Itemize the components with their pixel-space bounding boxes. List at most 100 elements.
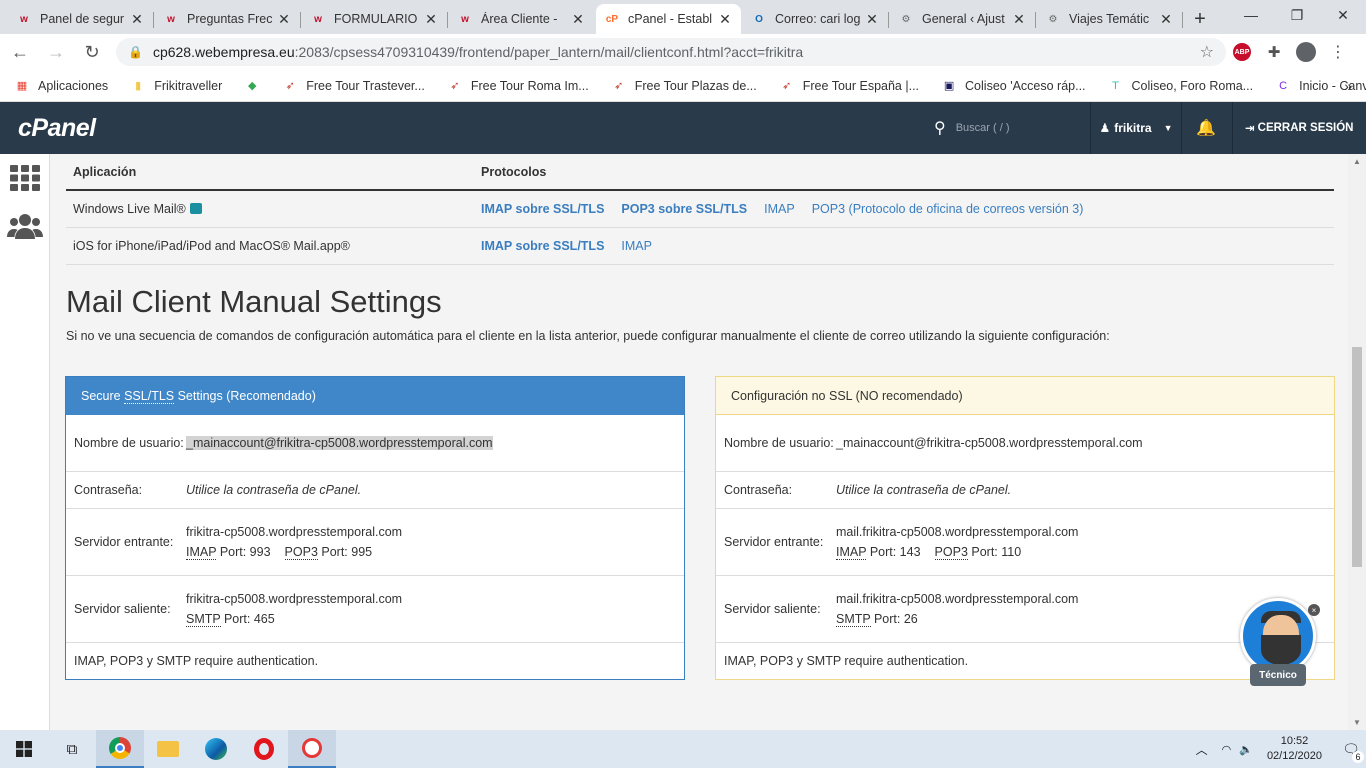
reload-icon[interactable]: ↻	[76, 36, 108, 68]
coliseo-icon: T	[1112, 79, 1119, 92]
grid-icon[interactable]	[0, 154, 50, 202]
cpanel-sidebar	[0, 154, 50, 730]
chevron-up-icon[interactable]: ︿	[1196, 741, 1208, 758]
folder-icon: ▮	[135, 80, 142, 92]
scroll-up-icon[interactable]: ▲	[1353, 157, 1361, 166]
close-tab-icon[interactable]: ✕	[276, 11, 292, 28]
edge-icon[interactable]	[192, 730, 240, 768]
imap-port: Port: 993	[216, 545, 271, 559]
video-tutorial-icon[interactable]	[189, 203, 202, 214]
bell-icon[interactable]: 🔔	[1196, 118, 1216, 138]
password-label: Contraseña:	[74, 483, 143, 497]
close-tab-icon[interactable]: ✕	[423, 11, 439, 28]
close-tab-icon[interactable]: ✕	[717, 11, 733, 28]
bookmark-item[interactable]: ➶ Free Tour Plazas de...	[611, 78, 757, 94]
support-chat-widget[interactable]: × Técnico	[1238, 598, 1320, 688]
menu-icon[interactable]: ⋮	[1322, 36, 1354, 68]
bookmark-item[interactable]: ➶ Free Tour Roma Im...	[447, 78, 588, 94]
browser-tab[interactable]: ⚙ General ‹ Ajust ✕	[890, 4, 1036, 34]
cpanel-search[interactable]: ⚲ Buscar ( / )	[934, 118, 1010, 138]
tab-title: Preguntas Frec	[187, 12, 273, 26]
free-tour-icon: ➶	[782, 80, 792, 92]
protocol-link[interactable]: IMAP sobre SSL/TLS	[481, 239, 604, 253]
opera-icon[interactable]	[240, 730, 288, 768]
more-bookmarks-icon[interactable]: »	[1344, 78, 1352, 94]
tab-separator	[888, 12, 889, 28]
address-bar[interactable]: 🔒 cp628.webempresa.eu:2083/cpsess4709310…	[116, 38, 1226, 66]
bookmark-item[interactable]: T Coliseo, Foro Roma...	[1108, 78, 1253, 94]
url-host: cp628.webempresa.eu	[152, 44, 295, 60]
protocol-link[interactable]: IMAP	[764, 202, 795, 216]
scroll-thumb[interactable]	[1352, 347, 1362, 567]
browser-tab[interactable]: w Preguntas Frec ✕	[155, 4, 301, 34]
bookmark-item[interactable]: ➶ Free Tour Trastever...	[282, 78, 425, 94]
cpanel-logo[interactable]: cPanel	[18, 114, 96, 143]
bookmark-star-icon[interactable]: ☆	[1200, 42, 1214, 62]
clock[interactable]: 10:52 02/12/2020	[1267, 734, 1322, 764]
windows-start-icon[interactable]	[0, 730, 48, 768]
minimize-icon[interactable]: —	[1228, 0, 1274, 30]
support-avatar[interactable]	[1240, 598, 1316, 674]
pop3-port: Port: 995	[317, 545, 373, 559]
browser-tab[interactable]: cP cPanel - Establ ✕	[596, 4, 741, 34]
protocol-link[interactable]: POP3 (Protocolo de oficina de correos ve…	[812, 202, 1084, 216]
user-menu[interactable]: ♟ frikitra ▼	[1090, 102, 1182, 154]
protocol-link[interactable]: POP3 sobre SSL/TLS	[621, 202, 747, 216]
bookmark-item[interactable]: ▦ Aplicaciones	[14, 78, 108, 94]
volume-icon[interactable]: 🔈	[1239, 743, 1253, 756]
logout-button[interactable]: ⇥ CERRAR SESIÓN	[1232, 102, 1354, 154]
password-value: Utilice la contraseña de cPanel.	[836, 483, 1012, 497]
ssl-footer: IMAP, POP3 y SMTP require authentication…	[74, 654, 319, 668]
bookmark-item[interactable]: ▮ Frikitraveller	[130, 78, 222, 94]
close-chat-icon[interactable]: ×	[1308, 604, 1320, 616]
protocol-link[interactable]: IMAP	[621, 239, 652, 253]
bookmark-item[interactable]: ➶ Free Tour España |...	[779, 78, 919, 94]
username-value[interactable]: _mainaccount@frikitra-cp5008.wordpresste…	[186, 436, 493, 450]
browser-tab[interactable]: w Panel de segur ✕	[8, 4, 154, 34]
task-view-icon[interactable]: ⧉	[48, 730, 96, 768]
extensions-icon[interactable]: ✚	[1258, 36, 1290, 68]
close-window-icon[interactable]: ✕	[1320, 0, 1366, 30]
close-tab-icon[interactable]: ✕	[1158, 11, 1174, 28]
ssl-panel-title: Secure SSL/TLS Settings (Recomendado)	[66, 377, 684, 415]
chat-label: Técnico	[1250, 664, 1306, 686]
windows-taskbar: ⧉ ︿ ◠ 🔈 10:52 02/12/2020 🗨 6	[0, 730, 1366, 768]
close-tab-icon[interactable]: ✕	[570, 11, 586, 28]
tab-title: cPanel - Establ	[628, 12, 713, 26]
bookmarks-bar: ▦ Aplicaciones ▮ Frikitraveller ◆ ➶ Free Tour …	[0, 70, 1366, 102]
users-icon[interactable]	[0, 202, 50, 250]
username-value[interactable]: _mainaccount@frikitra-cp5008.wordpresste…	[836, 433, 1334, 453]
paint-app-icon[interactable]	[288, 730, 336, 768]
password-row: Contraseña: Utilice la contraseña de cPa…	[66, 472, 684, 509]
page-title: Mail Client Manual Settings	[66, 284, 442, 319]
network-icon[interactable]: ◠	[1222, 743, 1232, 756]
profile-avatar-icon[interactable]	[1290, 36, 1322, 68]
page-scrollbar[interactable]: ▲ ▼	[1348, 154, 1366, 730]
scroll-down-icon[interactable]: ▼	[1353, 718, 1361, 727]
app-name: iOS for iPhone/iPad/iPod and MacOS® Mail…	[73, 239, 350, 253]
password-row: Contraseña: Utilice la contraseña de cPa…	[716, 472, 1334, 509]
close-tab-icon[interactable]: ✕	[864, 11, 880, 28]
tab-title: FORMULARIO	[334, 12, 418, 26]
browser-tab[interactable]: O Correo: cari log ✕	[743, 4, 889, 34]
browser-tab[interactable]: w FORMULARIO ✕	[302, 4, 448, 34]
bookmark-item[interactable]: C Inicio - Canva	[1275, 78, 1366, 94]
back-icon[interactable]: ←	[4, 36, 36, 68]
free-tour-icon: ➶	[614, 80, 624, 92]
bookmark-item[interactable]: ◆	[244, 78, 268, 94]
bookmark-list: ▦ Aplicaciones ▮ Frikitraveller ◆ ➶ Free Tour …	[14, 78, 1366, 94]
protocol-link[interactable]: IMAP sobre SSL/TLS	[481, 202, 604, 216]
notifications-icon[interactable]: 🗨 6	[1336, 730, 1366, 768]
file-explorer-icon[interactable]	[144, 730, 192, 768]
forward-icon[interactable]: →	[40, 36, 72, 68]
restore-icon[interactable]: ❐	[1274, 0, 1320, 30]
browser-tab[interactable]: ⚙ Viajes Temátic ✕	[1037, 4, 1183, 34]
bookmark-item[interactable]: ▣ Coliseo 'Acceso ráp...	[941, 78, 1086, 94]
browser-tab[interactable]: w Área Cliente - ✕	[449, 4, 594, 34]
url-path: :2083/cpsess4709310439/frontend/paper_la…	[294, 44, 804, 60]
close-tab-icon[interactable]: ✕	[129, 11, 145, 28]
new-tab-button[interactable]: +	[1186, 4, 1214, 34]
chrome-taskbar-icon[interactable]	[96, 730, 144, 768]
close-tab-icon[interactable]: ✕	[1011, 11, 1027, 28]
adblock-icon[interactable]: ABP	[1226, 36, 1258, 68]
